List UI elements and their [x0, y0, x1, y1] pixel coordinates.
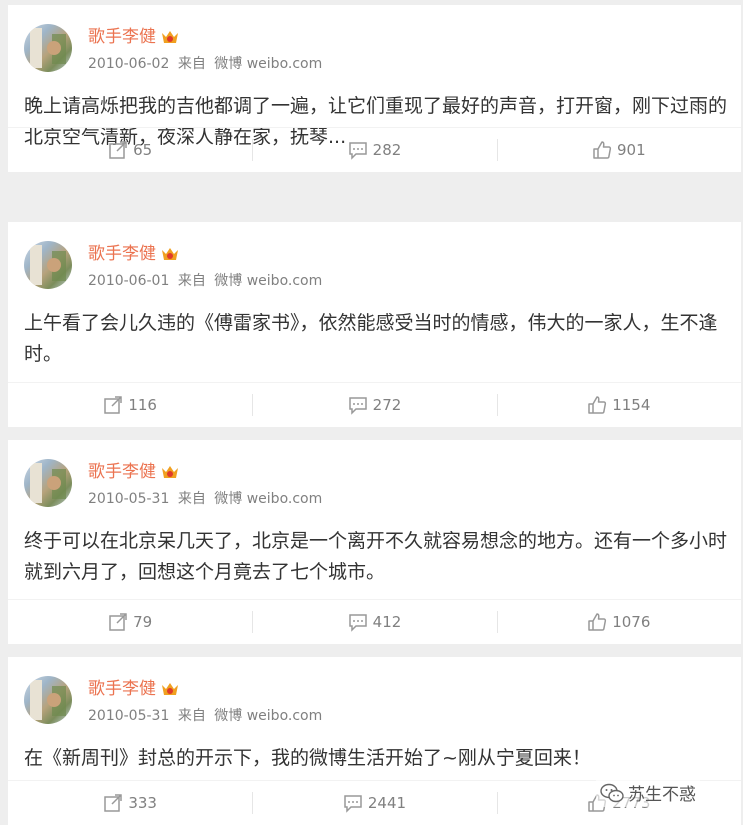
post-date[interactable]: 2010-05-31 [88, 708, 169, 724]
post-text: 终于可以在北京呆几天了，北京是一个离开不久就容易想念的地方。还有一个多小时就到六… [24, 530, 728, 583]
vip-crown-icon [162, 31, 178, 43]
like-count: 1076 [612, 613, 651, 631]
wechat-icon [600, 783, 624, 802]
post-source[interactable]: 微博 weibo.com [214, 491, 322, 507]
comment-icon [348, 142, 367, 160]
avatar[interactable] [24, 459, 72, 507]
comment-icon [344, 795, 362, 813]
post-source[interactable]: 微博 weibo.com [214, 273, 322, 289]
post-card: 歌手李健 2010-06-01 来自 微博 weibo.com 上午看了会儿久违… [8, 222, 741, 427]
repost-icon [109, 141, 127, 159]
author-name[interactable]: 歌手李健 [88, 27, 180, 47]
repost-button[interactable]: 79 [8, 600, 252, 644]
comment-icon [348, 397, 367, 415]
post-actions: 65 282 901 [8, 127, 741, 172]
author-name[interactable]: 歌手李健 [88, 462, 180, 482]
thumbs-up-icon [593, 141, 612, 159]
post-actions: 116 272 1154 [8, 382, 741, 427]
like-count: 1154 [612, 396, 651, 414]
post-text: 上午看了会儿久违的《傅雷家书》，依然能感受当时的情感，伟大的一家人，生不逢时。 [24, 312, 718, 365]
post-meta: 2010-05-31 来自 微博 weibo.com [88, 707, 326, 725]
repost-icon [104, 396, 123, 414]
vip-crown-icon [162, 248, 178, 260]
repost-count: 333 [128, 794, 157, 812]
post-actions: 79 412 1076 [8, 599, 741, 644]
post-meta: 2010-06-02 来自 微博 weibo.com [88, 55, 326, 73]
author-name-text[interactable]: 歌手李健 [88, 462, 156, 482]
comment-button[interactable]: 2441 [252, 781, 496, 825]
comment-count: 412 [372, 613, 402, 631]
author-name[interactable]: 歌手李健 [88, 679, 180, 699]
repost-icon [104, 794, 123, 812]
watermark-text: 苏生不惑 [628, 785, 696, 805]
post-via: 来自 [177, 273, 206, 289]
post-date[interactable]: 2010-05-31 [88, 491, 169, 507]
thumbs-up-icon [588, 613, 607, 631]
comment-icon [348, 614, 367, 632]
avatar[interactable] [24, 676, 72, 724]
repost-button[interactable]: 65 [8, 128, 252, 172]
repost-count: 65 [133, 141, 153, 159]
comment-count: 282 [372, 141, 402, 159]
post-date[interactable]: 2010-06-01 [88, 273, 169, 289]
thumbs-up-icon [588, 396, 607, 414]
comment-count: 2441 [367, 794, 407, 812]
repost-count: 79 [133, 613, 153, 631]
repost-icon [109, 613, 127, 631]
watermark: 苏生不惑 [596, 778, 700, 807]
post-via: 来自 [177, 708, 206, 724]
post-via: 来自 [177, 491, 206, 507]
like-button[interactable]: 901 [496, 128, 741, 172]
like-count: 901 [617, 141, 646, 159]
repost-button[interactable]: 333 [8, 781, 252, 825]
like-button[interactable]: 1076 [496, 600, 741, 644]
repost-button[interactable]: 116 [8, 383, 252, 427]
post-meta: 2010-06-01 来自 微博 weibo.com [88, 272, 326, 290]
vip-crown-icon [162, 683, 178, 695]
vip-crown-icon [162, 466, 178, 478]
avatar[interactable] [24, 24, 72, 72]
comment-button[interactable]: 282 [252, 128, 496, 172]
post-source[interactable]: 微博 weibo.com [214, 708, 322, 724]
post-card: 歌手李健 2010-05-31 来自 微博 weibo.com 终于可以在北京呆… [8, 440, 741, 644]
author-name-text[interactable]: 歌手李健 [88, 679, 156, 699]
post-date[interactable]: 2010-06-02 [88, 56, 169, 72]
comment-count: 272 [372, 396, 402, 414]
post-text: 在《新周刊》封总的开示下，我的微博生活开始了~刚从宁夏回来！ [24, 747, 591, 769]
author-name[interactable]: 歌手李健 [88, 244, 180, 264]
post-card: 歌手李健 2010-06-02 来自 微博 weibo.com 晚上请高烁把我的… [8, 5, 741, 172]
post-via: 来自 [177, 56, 206, 72]
like-button[interactable]: 1154 [496, 383, 741, 427]
author-name-text[interactable]: 歌手李健 [88, 27, 156, 47]
post-meta: 2010-05-31 来自 微博 weibo.com [88, 490, 326, 508]
author-name-text[interactable]: 歌手李健 [88, 244, 156, 264]
avatar[interactable] [24, 241, 72, 289]
comment-button[interactable]: 412 [252, 600, 496, 644]
repost-count: 116 [128, 396, 157, 414]
comment-button[interactable]: 272 [252, 383, 496, 427]
post-source[interactable]: 微博 weibo.com [214, 56, 322, 72]
